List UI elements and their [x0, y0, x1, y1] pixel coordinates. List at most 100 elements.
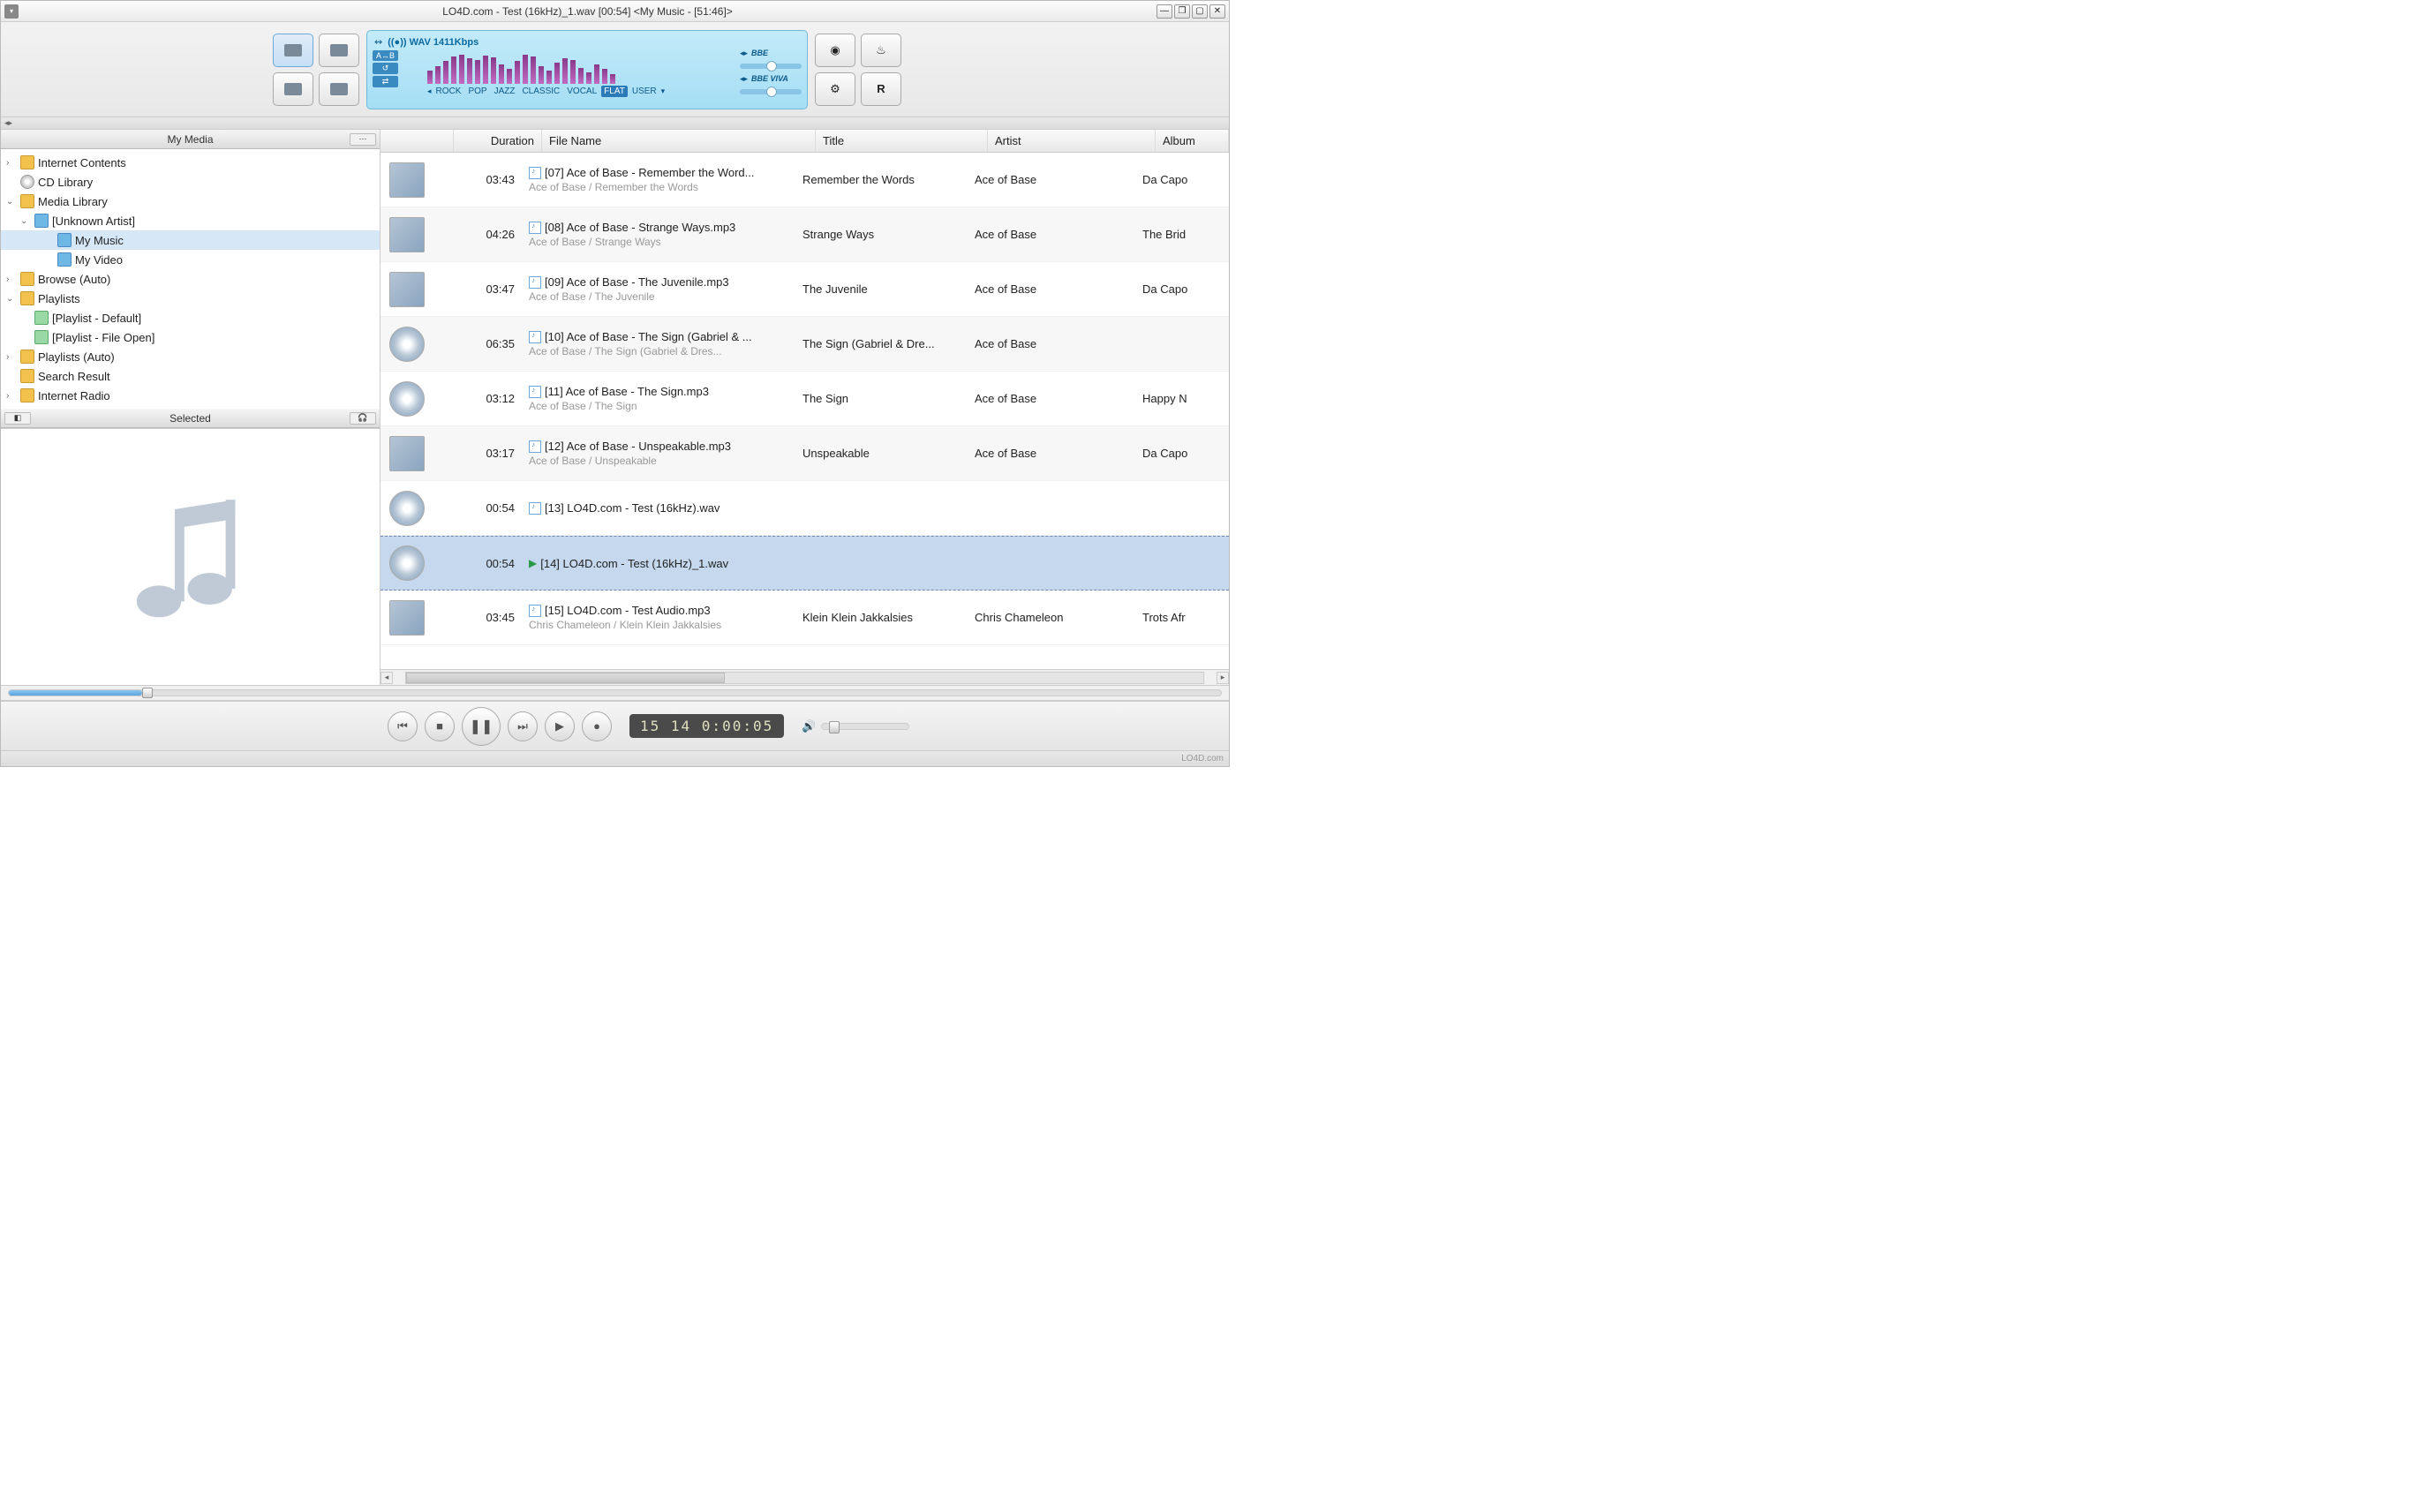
- sidebar-header-options[interactable]: ⋯: [350, 133, 376, 146]
- col-art[interactable]: [380, 130, 454, 152]
- twisty-icon: ⌄: [6, 294, 17, 304]
- preset-rock[interactable]: ROCK: [433, 86, 464, 97]
- track-thumb: [389, 327, 425, 362]
- eq-chip-ab[interactable]: A↔B: [373, 50, 398, 61]
- cell-album: Da Capo: [1135, 173, 1229, 186]
- tree-item[interactable]: ›Internet Contents: [1, 153, 380, 172]
- track-row[interactable]: 00:54[13] LO4D.com - Test (16kHz).wav: [380, 481, 1229, 536]
- track-row[interactable]: 03:47[09] Ace of Base - The Juvenile.mp3…: [380, 262, 1229, 317]
- prev-button[interactable]: ⏮: [388, 711, 418, 741]
- track-thumb: [389, 381, 425, 417]
- view-screen-button[interactable]: [319, 34, 359, 67]
- cell-duration: 04:26: [433, 228, 522, 241]
- folder-icon: [20, 291, 34, 305]
- filename-text: [12] Ace of Base - Unspeakable.mp3: [545, 440, 731, 453]
- bbeviva-slider[interactable]: [740, 89, 802, 94]
- seek-bar[interactable]: [1, 685, 1229, 701]
- scroll-left-arrow[interactable]: ◂: [380, 672, 393, 684]
- col-album[interactable]: Album: [1156, 130, 1229, 152]
- stop-button[interactable]: ■: [425, 711, 455, 741]
- view-library-button[interactable]: [273, 34, 313, 67]
- col-artist[interactable]: Artist: [988, 130, 1156, 152]
- preset-flat[interactable]: FLAT: [601, 86, 628, 97]
- maximize-button[interactable]: ▢: [1192, 4, 1208, 19]
- track-row[interactable]: 06:35[10] Ace of Base - The Sign (Gabrie…: [380, 317, 1229, 372]
- col-duration[interactable]: Duration: [454, 130, 542, 152]
- eq-chip-shuffle[interactable]: ⇄: [373, 76, 398, 87]
- tree-item-label: [Playlist - File Open]: [52, 331, 154, 344]
- cell-filename: ▶[14] LO4D.com - Test (16kHz)_1.wav: [522, 557, 795, 570]
- tree-item[interactable]: ⌄Playlists: [1, 289, 380, 308]
- preset-jazz[interactable]: JAZZ: [492, 86, 518, 97]
- pause-button[interactable]: ❚❚: [462, 707, 501, 746]
- track-row[interactable]: 03:43[07] Ace of Base - Remember the Wor…: [380, 153, 1229, 207]
- track-row[interactable]: 03:45[15] LO4D.com - Test Audio.mp3Chris…: [380, 591, 1229, 645]
- preset-pop[interactable]: POP: [465, 86, 489, 97]
- track-thumb: [389, 436, 425, 471]
- preset-vocal[interactable]: VOCAL: [564, 86, 599, 97]
- restore-button[interactable]: ❐: [1174, 4, 1190, 19]
- scroll-right-arrow[interactable]: ▸: [1217, 672, 1229, 684]
- close-button[interactable]: ✕: [1209, 4, 1225, 19]
- track-row[interactable]: 03:17[12] Ace of Base - Unspeakable.mp3A…: [380, 426, 1229, 481]
- hot-button[interactable]: ♨: [861, 34, 901, 67]
- play-button[interactable]: ▶: [545, 711, 575, 741]
- tree-item[interactable]: ⌄Media Library: [1, 192, 380, 211]
- tree-item[interactable]: ⌄[Unknown Artist]: [1, 211, 380, 230]
- cell-art: [380, 217, 433, 252]
- track-thumb: [389, 545, 425, 581]
- minimize-button[interactable]: —: [1156, 4, 1172, 19]
- cell-filename: [13] LO4D.com - Test (16kHz).wav: [522, 501, 795, 515]
- next-button[interactable]: ⏭: [508, 711, 538, 741]
- view-dual-button[interactable]: [273, 72, 313, 106]
- window-title: LO4D.com - Test (16kHz)_1.wav [00:54] <M…: [19, 5, 1156, 18]
- track-row[interactable]: 03:12[11] Ace of Base - The Sign.mp3Ace …: [380, 372, 1229, 426]
- cell-art: [380, 381, 433, 417]
- tree-item[interactable]: ›Internet Radio: [1, 386, 380, 405]
- convert-button[interactable]: ⚙: [815, 72, 855, 106]
- tree-item[interactable]: ›Playlists (Auto): [1, 347, 380, 366]
- record-button[interactable]: R: [861, 72, 901, 106]
- tree-item[interactable]: Search Result: [1, 366, 380, 386]
- tree-item[interactable]: CD Library: [1, 172, 380, 192]
- record-ctrl-button[interactable]: ●: [582, 711, 612, 741]
- eq-chip-repeat[interactable]: ↺: [373, 63, 398, 74]
- tree-item[interactable]: [Playlist - File Open]: [1, 327, 380, 347]
- track-row[interactable]: 00:54▶[14] LO4D.com - Test (16kHz)_1.wav: [380, 536, 1229, 591]
- folder-icon: [20, 388, 34, 402]
- collapse-sidebar-bar[interactable]: ◂▸: [1, 117, 1229, 130]
- volume-icon: 🔊: [802, 719, 816, 733]
- tree-item-label: Media Library: [38, 195, 108, 208]
- tree-item-label: Internet Radio: [38, 389, 110, 402]
- volume-slider[interactable]: [821, 723, 909, 730]
- preset-user[interactable]: USER: [629, 86, 659, 97]
- selected-header-label: Selected: [170, 412, 211, 425]
- tree-item[interactable]: ›Browse (Auto): [1, 269, 380, 289]
- equalizer-panel: ↭ ((●)) WAV 1411Kbps A↔B ↺ ⇄ ◂ ROCK POP …: [366, 30, 808, 109]
- watermark: LO4D.com: [1181, 754, 1224, 764]
- view-device-button[interactable]: [319, 72, 359, 106]
- folder-icon: [34, 214, 49, 228]
- tree-item[interactable]: My Music: [1, 230, 380, 250]
- time-display: 15 14 0:00:05: [629, 714, 784, 738]
- preset-classic[interactable]: CLASSIC: [519, 86, 562, 97]
- bbe-slider[interactable]: [740, 64, 802, 69]
- filename-text: [10] Ace of Base - The Sign (Gabriel & .…: [545, 330, 752, 343]
- folder-icon: [20, 155, 34, 169]
- col-filename[interactable]: File Name: [542, 130, 816, 152]
- selected-left-btn[interactable]: ◧: [4, 412, 31, 425]
- burn-button[interactable]: ◉: [815, 34, 855, 67]
- horizontal-scrollbar[interactable]: ◂ ▸: [380, 669, 1229, 685]
- filename-sub: Chris Chameleon / Klein Klein Jakkalsies: [529, 619, 788, 631]
- app-menu-button[interactable]: ▾: [4, 4, 19, 19]
- cell-artist: Ace of Base: [968, 392, 1135, 405]
- tree-item[interactable]: [Playlist - Default]: [1, 308, 380, 327]
- selected-right-btn[interactable]: 🎧: [350, 412, 376, 425]
- cell-album: Happy N: [1135, 392, 1229, 405]
- filename-text: [09] Ace of Base - The Juvenile.mp3: [545, 275, 729, 289]
- track-row[interactable]: 04:26[08] Ace of Base - Strange Ways.mp3…: [380, 207, 1229, 262]
- tree-item[interactable]: My Video: [1, 250, 380, 269]
- col-title[interactable]: Title: [816, 130, 988, 152]
- filename-text: [15] LO4D.com - Test Audio.mp3: [545, 604, 711, 617]
- folder-icon: [20, 350, 34, 364]
